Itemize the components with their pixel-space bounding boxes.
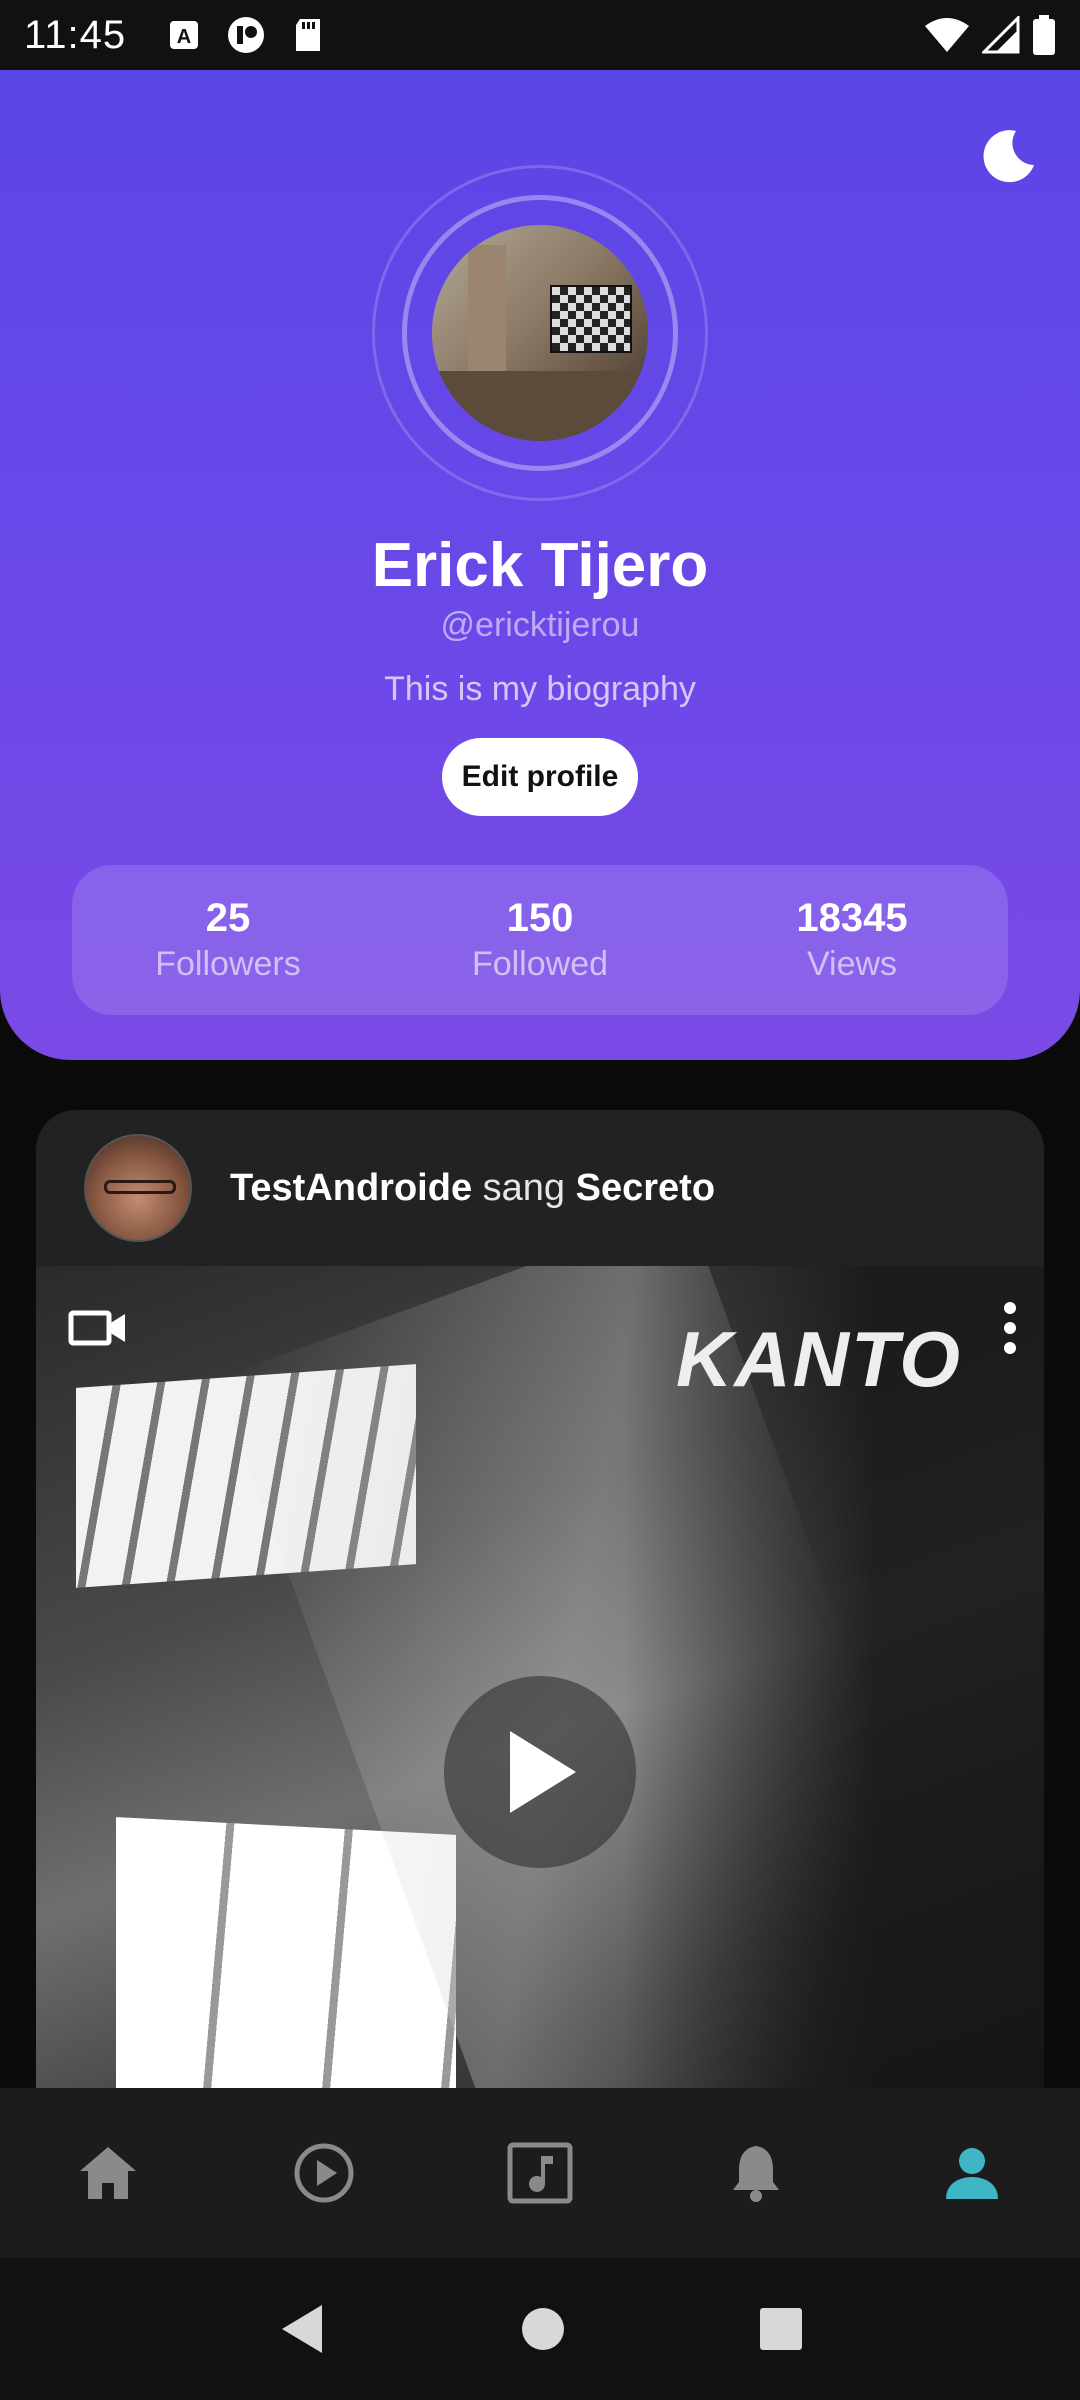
profile-avatar-container bbox=[372, 165, 708, 501]
edit-profile-button[interactable]: Edit profile bbox=[442, 738, 638, 816]
svg-text:A: A bbox=[177, 26, 191, 48]
moon-icon[interactable] bbox=[976, 125, 1040, 189]
notification-icons: A bbox=[168, 15, 324, 55]
post-header: TestAndroide sang Secreto bbox=[36, 1110, 1044, 1266]
signal-icon bbox=[982, 16, 1020, 54]
stat-label: Followed bbox=[471, 945, 609, 983]
stat-value: 25 bbox=[205, 896, 251, 940]
bottom-nav bbox=[0, 2088, 1080, 2258]
battery-icon bbox=[1033, 15, 1055, 55]
nav-profile[interactable] bbox=[927, 2128, 1017, 2218]
sd-card-icon bbox=[296, 19, 321, 51]
profile-bio: This is my biography bbox=[384, 670, 696, 708]
stat-views[interactable]: 18345 Views bbox=[696, 865, 1008, 1015]
system-nav-bar bbox=[0, 2258, 1080, 2400]
profile-avatar[interactable] bbox=[432, 225, 648, 441]
status-time: 11:45 bbox=[24, 12, 127, 57]
post-song[interactable]: Secreto bbox=[576, 1167, 715, 1209]
post-author[interactable]: TestAndroide bbox=[230, 1167, 472, 1209]
nav-play[interactable] bbox=[279, 2128, 369, 2218]
home-icon bbox=[80, 2147, 136, 2199]
status-right bbox=[924, 15, 1056, 55]
nav-music[interactable] bbox=[495, 2128, 585, 2218]
text-notification-icon: A bbox=[170, 21, 199, 49]
post-video[interactable]: KANTO bbox=[36, 1266, 1044, 2090]
profile-handle: @ericktijerou bbox=[440, 606, 640, 644]
back-icon[interactable] bbox=[276, 2301, 328, 2357]
bell-icon bbox=[733, 2146, 779, 2202]
person-icon bbox=[946, 2148, 998, 2199]
profile-header: Erick Tijero @ericktijerou This is my bi… bbox=[0, 70, 1080, 1060]
kanto-watermark: KANTO bbox=[676, 1315, 962, 1403]
stat-value: 150 bbox=[506, 896, 574, 940]
home-circle-icon[interactable] bbox=[520, 2306, 566, 2352]
play-icon bbox=[510, 1731, 576, 1813]
stat-followed[interactable]: 150 Followed bbox=[384, 865, 696, 1015]
music-icon bbox=[507, 2142, 573, 2204]
profile-stats: 25 Followers 150 Followed 18345 Views bbox=[72, 865, 1008, 1015]
stat-followers[interactable]: 25 Followers bbox=[72, 865, 384, 1015]
play-button[interactable] bbox=[444, 1676, 636, 1868]
post-verb: sang bbox=[482, 1166, 566, 1209]
post-card: TestAndroide sang Secreto KANTO bbox=[36, 1110, 1044, 2090]
stat-label: Views bbox=[806, 945, 898, 983]
stat-label: Followers bbox=[155, 945, 301, 983]
nav-notifications[interactable] bbox=[711, 2128, 801, 2218]
more-options-icon[interactable] bbox=[998, 1300, 1022, 1356]
app-notification-icon bbox=[228, 17, 265, 53]
profile-name: Erick Tijero bbox=[371, 531, 709, 600]
recents-icon[interactable] bbox=[758, 2306, 804, 2352]
wifi-icon bbox=[925, 18, 969, 52]
nav-home[interactable] bbox=[63, 2128, 153, 2218]
video-camera-icon bbox=[68, 1310, 125, 1346]
status-bar: 11:45 A bbox=[0, 0, 1080, 70]
stat-value: 18345 bbox=[796, 896, 908, 940]
post-title: TestAndroide sang Secreto bbox=[230, 1167, 715, 1210]
post-author-avatar[interactable] bbox=[84, 1134, 192, 1242]
play-circle-icon bbox=[294, 2143, 354, 2203]
